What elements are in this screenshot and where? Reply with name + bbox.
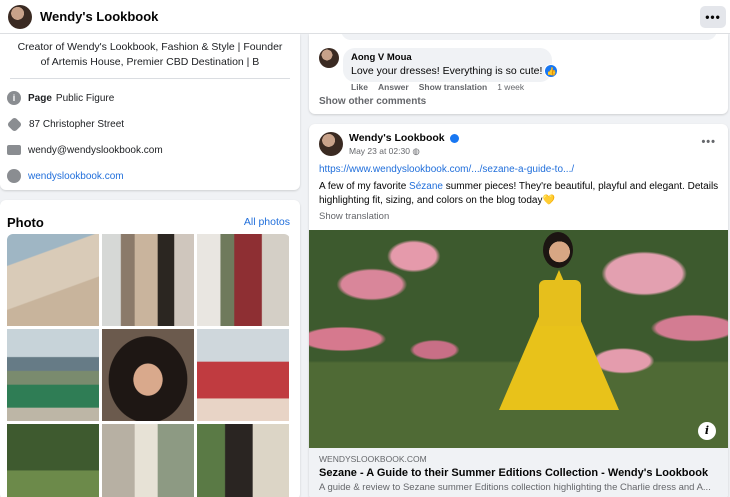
- photo-thumbnail[interactable]: [102, 424, 194, 497]
- link-preview-title[interactable]: Sezane - A Guide to their Summer Edition…: [319, 467, 718, 479]
- comment-answer-button[interactable]: Answer: [378, 82, 409, 92]
- comment-bubble: Aong V Moua Love your dresses! Everythin…: [343, 48, 559, 82]
- page-bio: Creator of Wendy's Lookbook, Fashion & S…: [17, 41, 283, 68]
- info-icon[interactable]: i: [698, 422, 716, 440]
- sezane-tag-link[interactable]: Sézane: [409, 181, 443, 192]
- photo-grid: [7, 234, 290, 497]
- dress-bodice: [539, 280, 581, 326]
- website-link[interactable]: wendyslookbook.com: [28, 171, 124, 182]
- photo-thumbnail[interactable]: [7, 234, 99, 326]
- link-preview-description: A guide & review to Sezane summer Editio…: [319, 482, 711, 493]
- info-row-website: wendyslookbook.com: [0, 163, 300, 189]
- comment-like-button[interactable]: Like: [351, 82, 368, 92]
- globe-icon: ◍: [412, 146, 420, 156]
- model-head: [543, 232, 573, 268]
- link-preview-domain: WENDYSLOOKBOOK.COM: [319, 454, 427, 464]
- show-translation-link[interactable]: Show translation: [319, 211, 389, 222]
- comments-card: Aong V Moua Love your dresses! Everythin…: [309, 28, 728, 114]
- post-text: A few of my favorite Sézane summer piece…: [319, 180, 719, 207]
- commenter-avatar[interactable]: [319, 48, 339, 68]
- category-value: Public Figure: [55, 92, 115, 104]
- info-row-email: wendy@wendyslookbook.com: [0, 137, 300, 163]
- post-date: May 23 at 02:30 ◍: [349, 146, 420, 157]
- divider: [10, 78, 290, 79]
- comment-timestamp[interactable]: 1 week: [497, 82, 524, 92]
- globe-icon: [7, 169, 21, 183]
- like-reaction-icon[interactable]: 👍: [544, 64, 559, 78]
- page-title[interactable]: Wendy's Lookbook: [40, 9, 158, 24]
- photo-thumbnail[interactable]: [197, 329, 289, 421]
- post-text-start: A few of my favorite: [319, 181, 410, 192]
- post-author-name[interactable]: Wendy's Lookbook: [349, 132, 445, 144]
- link-preview[interactable]: WENDYSLOOKBOOK.COM Sezane - A Guide to t…: [309, 448, 728, 497]
- email-icon: [7, 145, 21, 155]
- photo-thumbnail[interactable]: [197, 234, 289, 326]
- location-pin-icon: [6, 116, 23, 132]
- post-link[interactable]: https://www.wendyslookbook.com/.../sezan…: [319, 164, 574, 175]
- photos-title: Photo: [7, 214, 44, 230]
- comment-translate-button[interactable]: Show translation: [419, 82, 487, 92]
- post-image[interactable]: i: [309, 230, 728, 448]
- post-author-avatar[interactable]: [319, 132, 343, 156]
- post-options-button[interactable]: •••: [701, 136, 716, 148]
- show-other-comments-link[interactable]: Show other comments: [319, 96, 426, 107]
- info-icon: i: [7, 91, 21, 105]
- page-header: Wendy's Lookbook •••: [0, 0, 730, 34]
- comment-text: Love your dresses! Everything is so cute…: [351, 65, 543, 77]
- info-row-category: i Page Public Figure: [0, 85, 300, 111]
- photo-thumbnail[interactable]: [102, 234, 194, 326]
- more-options-button[interactable]: •••: [700, 6, 726, 28]
- post-timestamp[interactable]: May 23 at 02:30: [349, 146, 410, 156]
- intro-card: Creator of Wendy's Lookbook, Fashion & S…: [0, 34, 300, 190]
- commenter-name[interactable]: Aong V Moua: [351, 52, 542, 63]
- photo-thumbnail[interactable]: [7, 329, 99, 421]
- post-author: Wendy's Lookbook: [349, 132, 459, 144]
- photo-thumbnail[interactable]: [102, 329, 194, 421]
- photos-header: Photo All photos: [0, 200, 300, 234]
- photos-card: Photo All photos: [0, 200, 300, 497]
- address-value: 87 Christopher Street: [29, 118, 125, 130]
- verified-badge-icon: [449, 133, 459, 143]
- page-avatar[interactable]: [8, 4, 32, 29]
- info-row-address: 87 Christopher Street: [0, 111, 300, 137]
- photo-thumbnail[interactable]: [7, 424, 99, 497]
- post-card: Wendy's Lookbook May 23 at 02:30 ◍ ••• h…: [309, 124, 728, 497]
- photo-thumbnail[interactable]: [197, 424, 289, 497]
- comment-actions: Like Answer Show translation 1 week: [351, 82, 524, 92]
- category-label: Page: [28, 92, 52, 104]
- all-photos-link[interactable]: All photos: [244, 216, 290, 228]
- email-value[interactable]: wendy@wendyslookbook.com: [28, 145, 163, 156]
